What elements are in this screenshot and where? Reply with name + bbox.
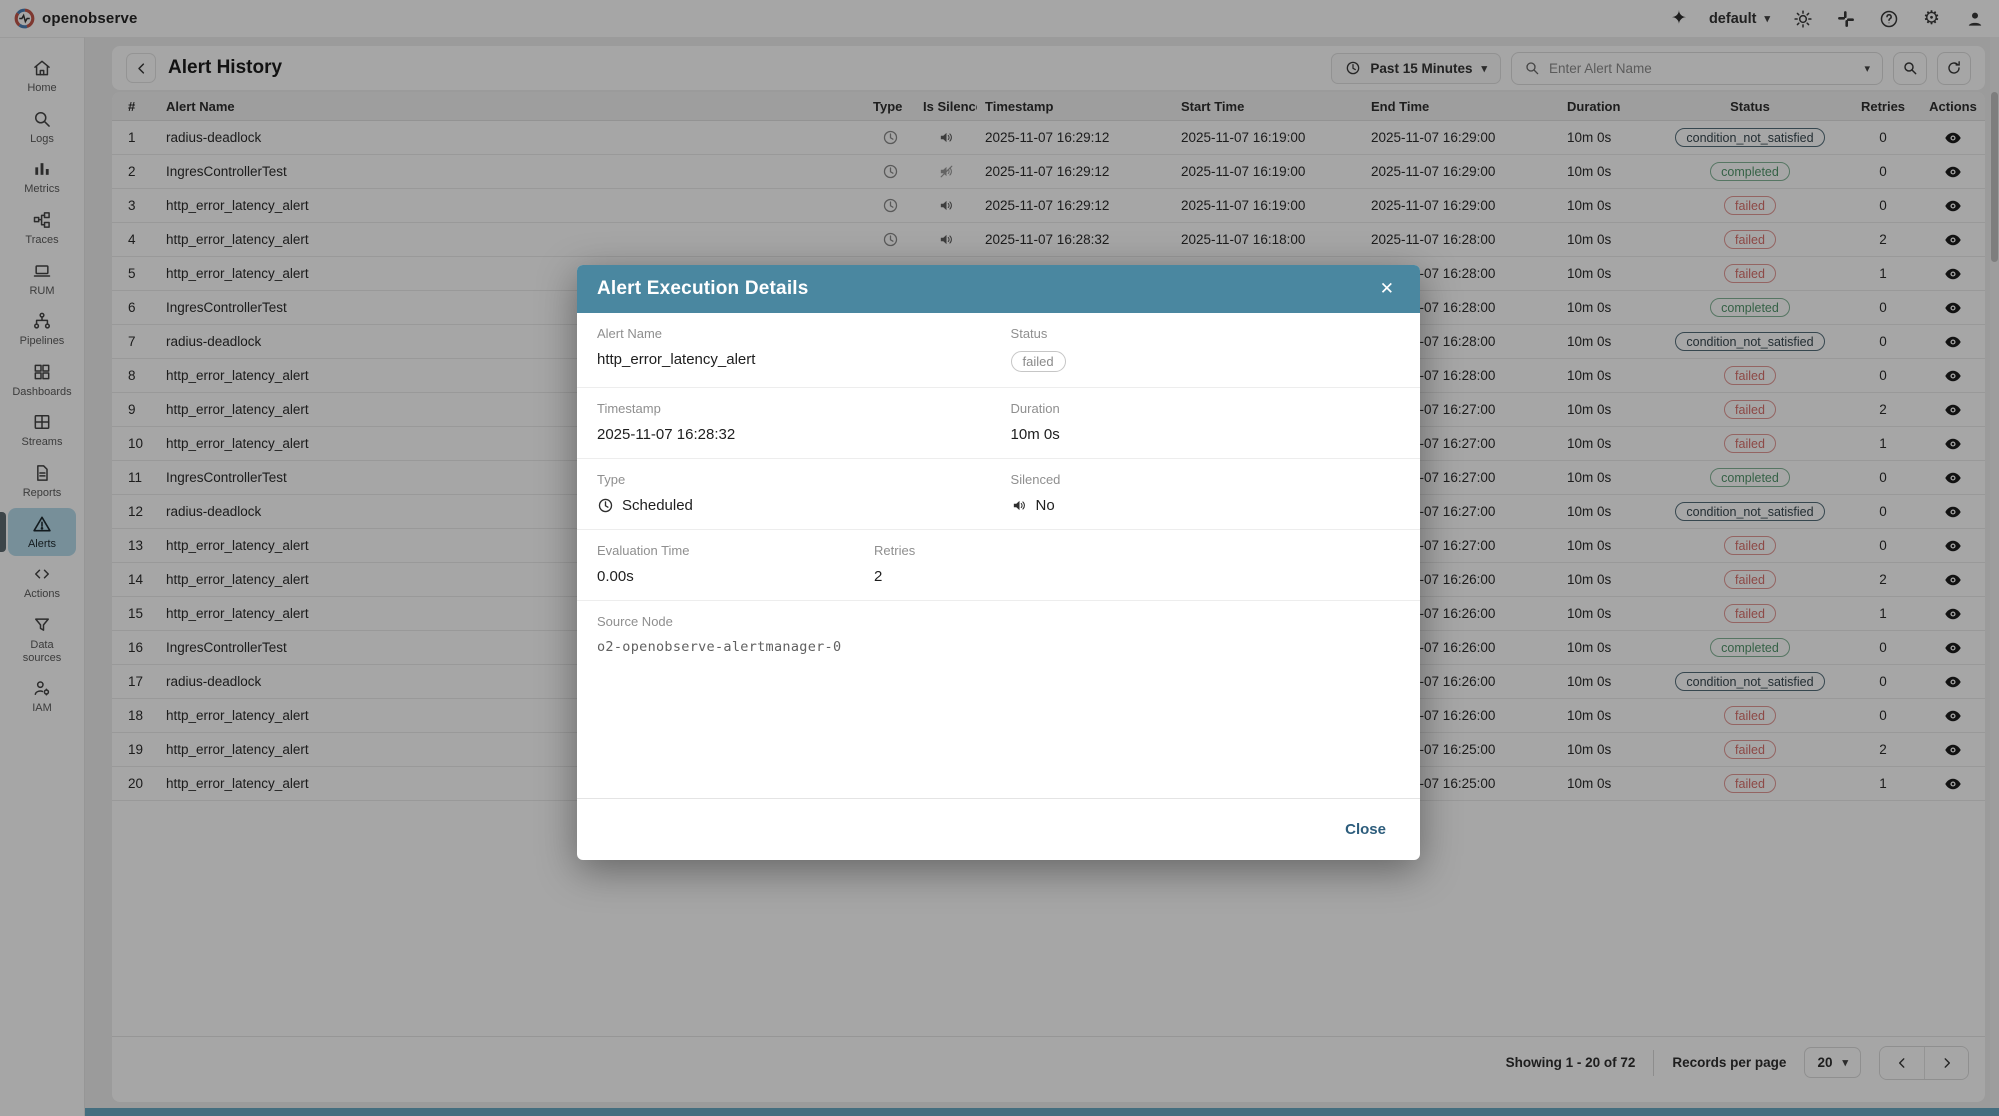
evaluation-time-label: Evaluation Time	[597, 543, 874, 558]
retries-value: 2	[874, 568, 1400, 585]
alert-execution-details-dialog: Alert Execution Details ✕ Alert Name htt…	[577, 265, 1420, 860]
type-label: Type	[597, 472, 1011, 487]
silenced-label: Silenced	[1011, 472, 1400, 487]
dialog-header: Alert Execution Details ✕	[577, 265, 1420, 313]
retries-label: Retries	[874, 543, 1400, 558]
close-icon[interactable]: ✕	[1374, 275, 1400, 303]
silenced-value: No	[1011, 497, 1400, 514]
alert-name-label: Alert Name	[597, 326, 1011, 341]
timestamp-value: 2025-11-07 16:28:32	[597, 426, 1011, 443]
close-button[interactable]: Close	[1333, 813, 1398, 846]
alert-name-value: http_error_latency_alert	[597, 351, 1011, 368]
evaluation-time-value: 0.00s	[597, 568, 874, 585]
duration-label: Duration	[1011, 401, 1400, 416]
dialog-footer: Close	[577, 798, 1420, 860]
clock-icon	[597, 497, 614, 514]
dialog-body: Alert Name http_error_latency_alert Stat…	[577, 313, 1420, 798]
status-label: Status	[1011, 326, 1400, 341]
source-node-value: o2-openobserve-alertmanager-0	[597, 639, 1400, 655]
type-value: Scheduled	[597, 497, 1011, 514]
source-node-label: Source Node	[597, 614, 1400, 629]
status-badge: failed	[1011, 351, 1066, 372]
speaker-icon	[1011, 497, 1028, 514]
dialog-title: Alert Execution Details	[597, 278, 809, 300]
timestamp-label: Timestamp	[597, 401, 1011, 416]
duration-value: 10m 0s	[1011, 426, 1400, 443]
